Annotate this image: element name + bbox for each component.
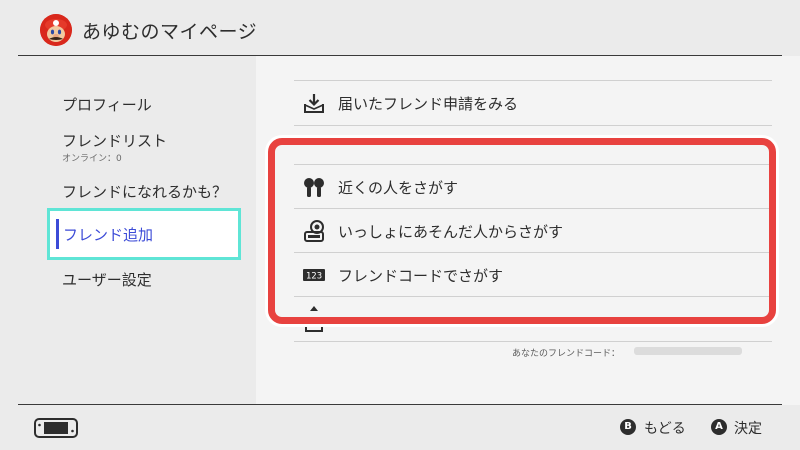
partial-row-icon [304,306,324,332]
divider [294,341,772,342]
sidebar-item-friend-list[interactable]: フレンドリスト [62,130,167,151]
console-icon [34,418,78,438]
friend-code-value-blurred [634,347,742,355]
inbox-download-icon [302,91,326,115]
friend-code-icon: 123 [302,263,326,287]
row-label: 近くの人をさがす [338,179,459,197]
sidebar-item-label: フレンド追加 [63,226,154,244]
row-played-with[interactable]: いっしょにあそんだ人からさがす [294,209,772,253]
row-received-requests[interactable]: 届いたフレンド申請をみる [294,81,772,125]
played-with-icon [302,219,326,243]
row-friend-code-search[interactable]: 123 フレンドコードでさがす [294,253,772,297]
mario-avatar-icon[interactable] [40,14,72,46]
row-search-nearby[interactable]: 近くの人をさがす [294,165,772,209]
divider [294,125,772,126]
sidebar-item-suggested-friends[interactable]: フレンドになれるかも？ [62,181,227,202]
ok-button[interactable]: 決定 [734,418,762,438]
svg-text:123: 123 [306,272,322,282]
page-title: あゆむのマイページ [82,21,258,43]
divider [294,296,772,297]
sidebar-item-add-friend[interactable]: フレンド追加 [47,208,241,260]
sidebar-item-user-settings[interactable]: ユーザー設定 [62,269,152,290]
row-label: いっしょにあそんだ人からさがす [338,223,564,241]
row-label: 届いたフレンド申請をみる [338,95,519,113]
online-count: オンライン：0 [62,154,122,164]
row-label: フレンドコードでさがす [338,267,504,285]
nearby-people-icon [302,175,326,199]
friend-code-label: あなたのフレンドコード： [512,349,621,359]
back-button[interactable]: もどる [644,418,686,438]
b-button-icon: B [620,419,636,435]
sidebar-item-profile[interactable]: プロフィール [62,94,152,115]
header: あゆむのマイページ [0,0,800,56]
selection-indicator [56,219,59,249]
a-button-icon: A [711,419,727,435]
